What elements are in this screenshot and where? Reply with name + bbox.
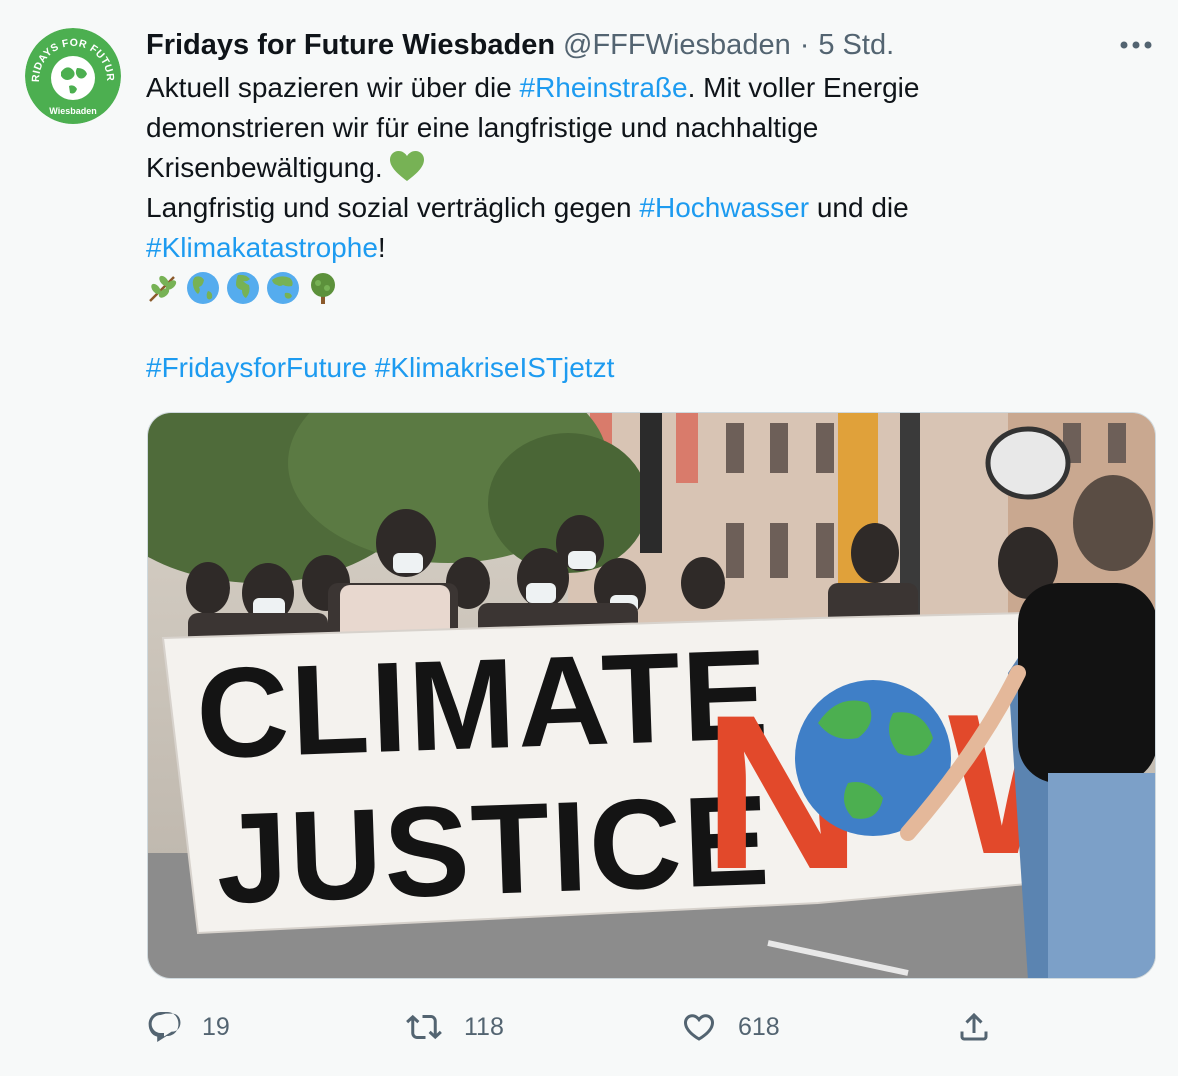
tweet-line-5: #Klimakatastrophe! (146, 232, 386, 263)
hashtag-line: #FridaysforFuture #KlimakriseISTjetzt (146, 348, 1146, 388)
timestamp[interactable]: 5 Std. (818, 28, 894, 62)
separator-dot: · (799, 29, 810, 61)
avatar[interactable]: FRIDAYS FOR FUTURE Wiesbaden (25, 28, 121, 124)
hashtag-link[interactable]: #FridaysforFuture (146, 352, 367, 383)
heart-icon (683, 1014, 715, 1041)
banner-text-climate: CLIMATE (194, 623, 772, 786)
like-button[interactable]: 618 (680, 1005, 780, 1049)
retweet-count: 118 (464, 1012, 504, 1041)
avatar-bottom-text: Wiesbaden (49, 106, 96, 116)
reply-icon (148, 1012, 181, 1042)
hashtag-link[interactable]: #Klimakatastrophe (146, 232, 378, 263)
tweet-line-1: Aktuell spazieren wir über die #Rheinstr… (146, 72, 920, 103)
tweet-line-3: Krisenbewältigung. (146, 148, 1146, 188)
tweet-line-2: demonstrieren wir für eine langfristige … (146, 112, 819, 143)
reply-count: 19 (202, 1012, 230, 1041)
hashtag-link[interactable]: #Hochwasser (639, 192, 809, 223)
share-icon (960, 1012, 988, 1041)
green-heart-icon (389, 151, 424, 181)
more-icon (1120, 41, 1152, 49)
action-bar: 19 118 618 (146, 1005, 1006, 1049)
globe-europe-africa-icon (227, 272, 259, 304)
hashtag-link[interactable]: #Rheinstraße (520, 72, 688, 103)
globe-americas-icon (187, 272, 219, 304)
reply-button[interactable]: 19 (146, 1005, 230, 1049)
retweet-icon (406, 1014, 442, 1040)
tweet-text: Aktuell spazieren wir über die #Rheinstr… (146, 68, 1146, 388)
tweet-card: FRIDAYS FOR FUTURE Wiesbaden Fridays for… (0, 0, 1178, 1076)
deciduous-tree-icon (311, 273, 335, 304)
retweet-button[interactable]: 118 (404, 1005, 504, 1049)
more-options-button[interactable] (1116, 28, 1156, 62)
share-button[interactable] (956, 1005, 992, 1049)
globe-asia-australia-icon (267, 272, 299, 304)
protest-photo: CLIMATE JUSTICE N W (148, 413, 1155, 978)
user-handle[interactable]: @FFFWiesbaden (563, 28, 791, 62)
tweet-photo[interactable]: CLIMATE JUSTICE N W (147, 412, 1156, 979)
avatar-logo: FRIDAYS FOR FUTURE Wiesbaden (25, 28, 121, 124)
hashtag-link[interactable]: #KlimakriseISTjetzt (375, 352, 615, 383)
like-count: 618 (738, 1012, 780, 1041)
display-name[interactable]: Fridays for Future Wiesbaden (146, 28, 555, 62)
banner-text-justice: JUSTICE (214, 769, 773, 931)
tweet-line-4: Langfristig und sozial verträglich gegen… (146, 192, 909, 223)
herb-icon (149, 275, 177, 302)
emoji-row (146, 268, 1146, 308)
tweet-header: Fridays for Future Wiesbaden @FFFWiesbad… (146, 28, 1058, 62)
